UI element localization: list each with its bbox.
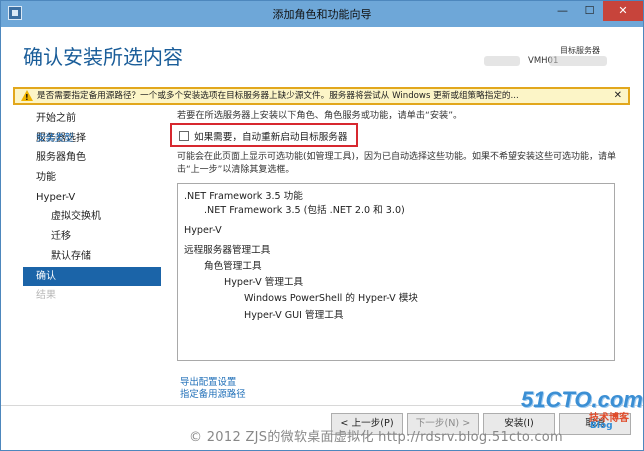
alternate-source-link[interactable]: 指定备用源路径 [180,386,246,400]
step-hyper-v[interactable]: Hyper-V [23,188,161,208]
restart-checkbox[interactable] [179,131,189,141]
watermark-text: © 2012 ZJS的微软桌面虚拟化 http://rdsrv.blog.51c… [189,430,564,445]
target-server-label: 目标服务器 [560,46,600,55]
step-results: 结果 [36,290,56,302]
warning-bar: 是否需要指定备用源路径？一个或多个安装选项在目标服务器上缺少源文件。服务器将尝试… [13,87,630,105]
main-content: 若要在所选服务器上安装以下角色、角色服务或功能，请单击“安装”。 如果需要，自动… [170,107,617,361]
feature-item: Windows PowerShell 的 Hyper-V 模块 [244,293,418,304]
feature-item: .NET Framework 3.5 功能 [184,191,303,202]
wizard-steps-nav: 开始之前 安装类型 服务器选择 服务器角色 功能 Hyper-V 虚拟交换机 迁… [23,109,161,306]
blurred-text [549,56,607,66]
optional-features-note: 可能会在此页面上显示可选功能(如管理工具)，因为已自动选择这些功能。如果不希望安… [177,152,617,175]
wizard-window: 添加角色和功能向导 — ☐ ✕ 确认安装所选内容 目标服务器 VMH01 是否需… [0,0,644,451]
feature-item: 远程服务器管理工具 [184,245,271,256]
feature-item: Hyper-V 管理工具 [224,277,304,288]
feature-item: Hyper-V GUI 管理工具 [244,310,344,321]
feature-item: Hyper-V [184,225,222,236]
blurred-text [484,56,520,66]
step-server-roles[interactable]: 服务器角色 [23,148,161,168]
intro-text: 若要在所选服务器上安装以下角色、角色服务或功能，请单击“安装”。 [177,110,463,121]
step-default-stores[interactable]: 默认存储 [23,247,161,267]
close-icon[interactable]: ✕ [614,89,622,103]
step-migration[interactable]: 迁移 [23,227,161,247]
warning-text: 是否需要指定备用源路径？一个或多个安装选项在目标服务器上缺少源文件。服务器将尝试… [37,91,519,101]
maximize-button[interactable]: ☐ [576,1,603,21]
feature-item: 角色管理工具 [204,261,262,272]
feature-list: .NET Framework 3.5 功能 .NET Framework 3.5… [177,183,615,361]
step-before-you-begin[interactable]: 开始之前 [23,109,161,129]
step-confirmation[interactable]: 确认 [23,266,161,287]
page-title: 确认安装所选内容 [23,45,183,69]
restart-option-highlight: 如果需要，自动重新启动目标服务器 [170,123,358,147]
minimize-button[interactable]: — [549,1,576,21]
restart-checkbox-label[interactable]: 如果需要，自动重新启动目标服务器 [194,129,348,143]
step-installation-type[interactable]: 安装类型 [23,129,74,149]
window-title: 添加角色和功能向导 [272,8,372,21]
close-button[interactable]: ✕ [603,1,643,21]
feature-item: .NET Framework 3.5 (包括 .NET 2.0 和 3.0) [204,205,405,216]
site-logo-blog: Blog [590,421,613,431]
warning-icon [21,90,33,103]
title-bar[interactable]: 添加角色和功能向导 — ☐ ✕ [1,1,643,27]
step-features[interactable]: 功能 [23,168,161,188]
step-virtual-switches[interactable]: 虚拟交换机 [23,207,161,227]
